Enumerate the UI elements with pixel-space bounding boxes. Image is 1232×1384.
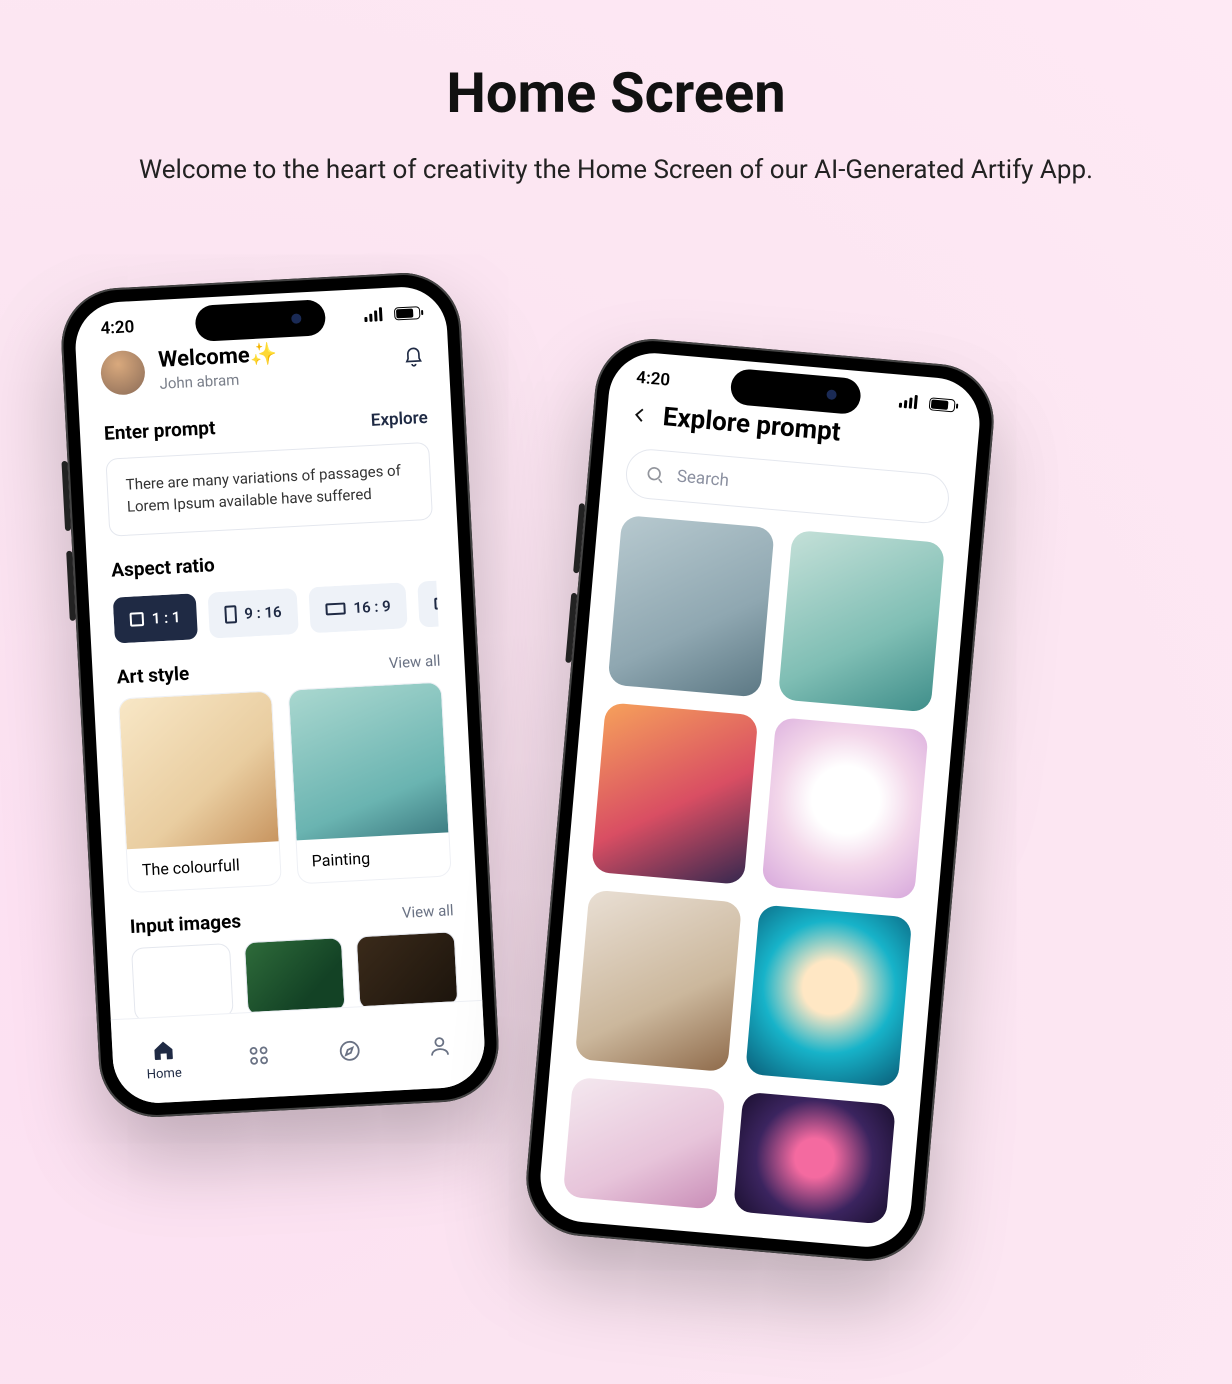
tab-label: Home (146, 1066, 182, 1083)
tab-grid[interactable] (247, 1042, 272, 1067)
status-time: 4:20 (635, 368, 670, 391)
back-icon[interactable] (630, 405, 650, 425)
ratio-label: 9 : 16 (244, 602, 282, 622)
dynamic-island (195, 299, 327, 342)
explore-tile[interactable] (563, 1077, 726, 1210)
explore-tile[interactable] (733, 1092, 896, 1225)
search-placeholder: Search (676, 467, 730, 491)
phone-home: 4:20 Welcome✨ John abram (59, 270, 502, 1120)
cellular-icon (899, 394, 918, 410)
phone-explore: 4:20 Explore prompt Search (522, 334, 999, 1265)
ratio-3-2[interactable]: 3 : 2 (417, 580, 438, 627)
avatar[interactable] (100, 349, 146, 395)
explore-grid (539, 495, 971, 1227)
style-thumb (119, 691, 279, 849)
compass-icon (337, 1038, 362, 1063)
cellular-icon (364, 307, 383, 322)
ratio-label: 16 : 9 (353, 597, 391, 617)
battery-icon (929, 397, 956, 412)
style-label: Painting (297, 832, 451, 883)
page-subtitle: Welcome to the heart of creativity the H… (0, 152, 1232, 190)
explore-link[interactable]: Explore (370, 408, 428, 431)
username: John abram (159, 369, 279, 393)
input-image-2[interactable] (356, 931, 458, 1010)
page-title: Home Screen (0, 0, 1232, 126)
prompt-section-title: Enter prompt (103, 416, 215, 445)
bell-icon[interactable] (402, 345, 425, 368)
tab-profile[interactable] (427, 1033, 452, 1058)
input-image-1[interactable] (244, 937, 346, 1016)
ratio-1-1[interactable]: 1 : 1 (113, 593, 198, 643)
status-time: 4:20 (100, 317, 135, 339)
style-thumb (289, 682, 449, 840)
style-label: The colourfull (127, 841, 281, 892)
prompt-input[interactable]: There are many variations of passages of… (105, 442, 433, 536)
aspect-section-title: Aspect ratio (111, 541, 436, 581)
search-icon (644, 464, 666, 486)
ratio-9-16[interactable]: 9 : 16 (207, 587, 299, 638)
explore-tile[interactable] (761, 717, 928, 900)
explore-tile[interactable] (745, 904, 912, 1087)
welcome-label: Welcome (158, 343, 251, 373)
tab-bar: Home (111, 1000, 487, 1105)
explore-tile[interactable] (778, 530, 945, 713)
explore-tile[interactable] (575, 889, 742, 1072)
home-icon (150, 1038, 175, 1063)
tab-discover[interactable] (337, 1038, 362, 1063)
style-card-painting[interactable]: Painting (288, 681, 452, 884)
grid-icon (247, 1042, 272, 1067)
tab-home[interactable]: Home (145, 1038, 182, 1083)
explore-tile[interactable] (591, 702, 758, 885)
style-card-colourfull[interactable]: The colourfull (118, 690, 282, 893)
explore-tile[interactable] (608, 515, 775, 698)
battery-icon (394, 306, 421, 320)
user-icon (427, 1033, 452, 1058)
sparkle-icon: ✨ (249, 342, 278, 368)
ratio-label: 1 : 1 (151, 608, 181, 627)
ratio-16-9[interactable]: 16 : 9 (308, 582, 408, 633)
input-image-empty[interactable] (131, 942, 233, 1021)
